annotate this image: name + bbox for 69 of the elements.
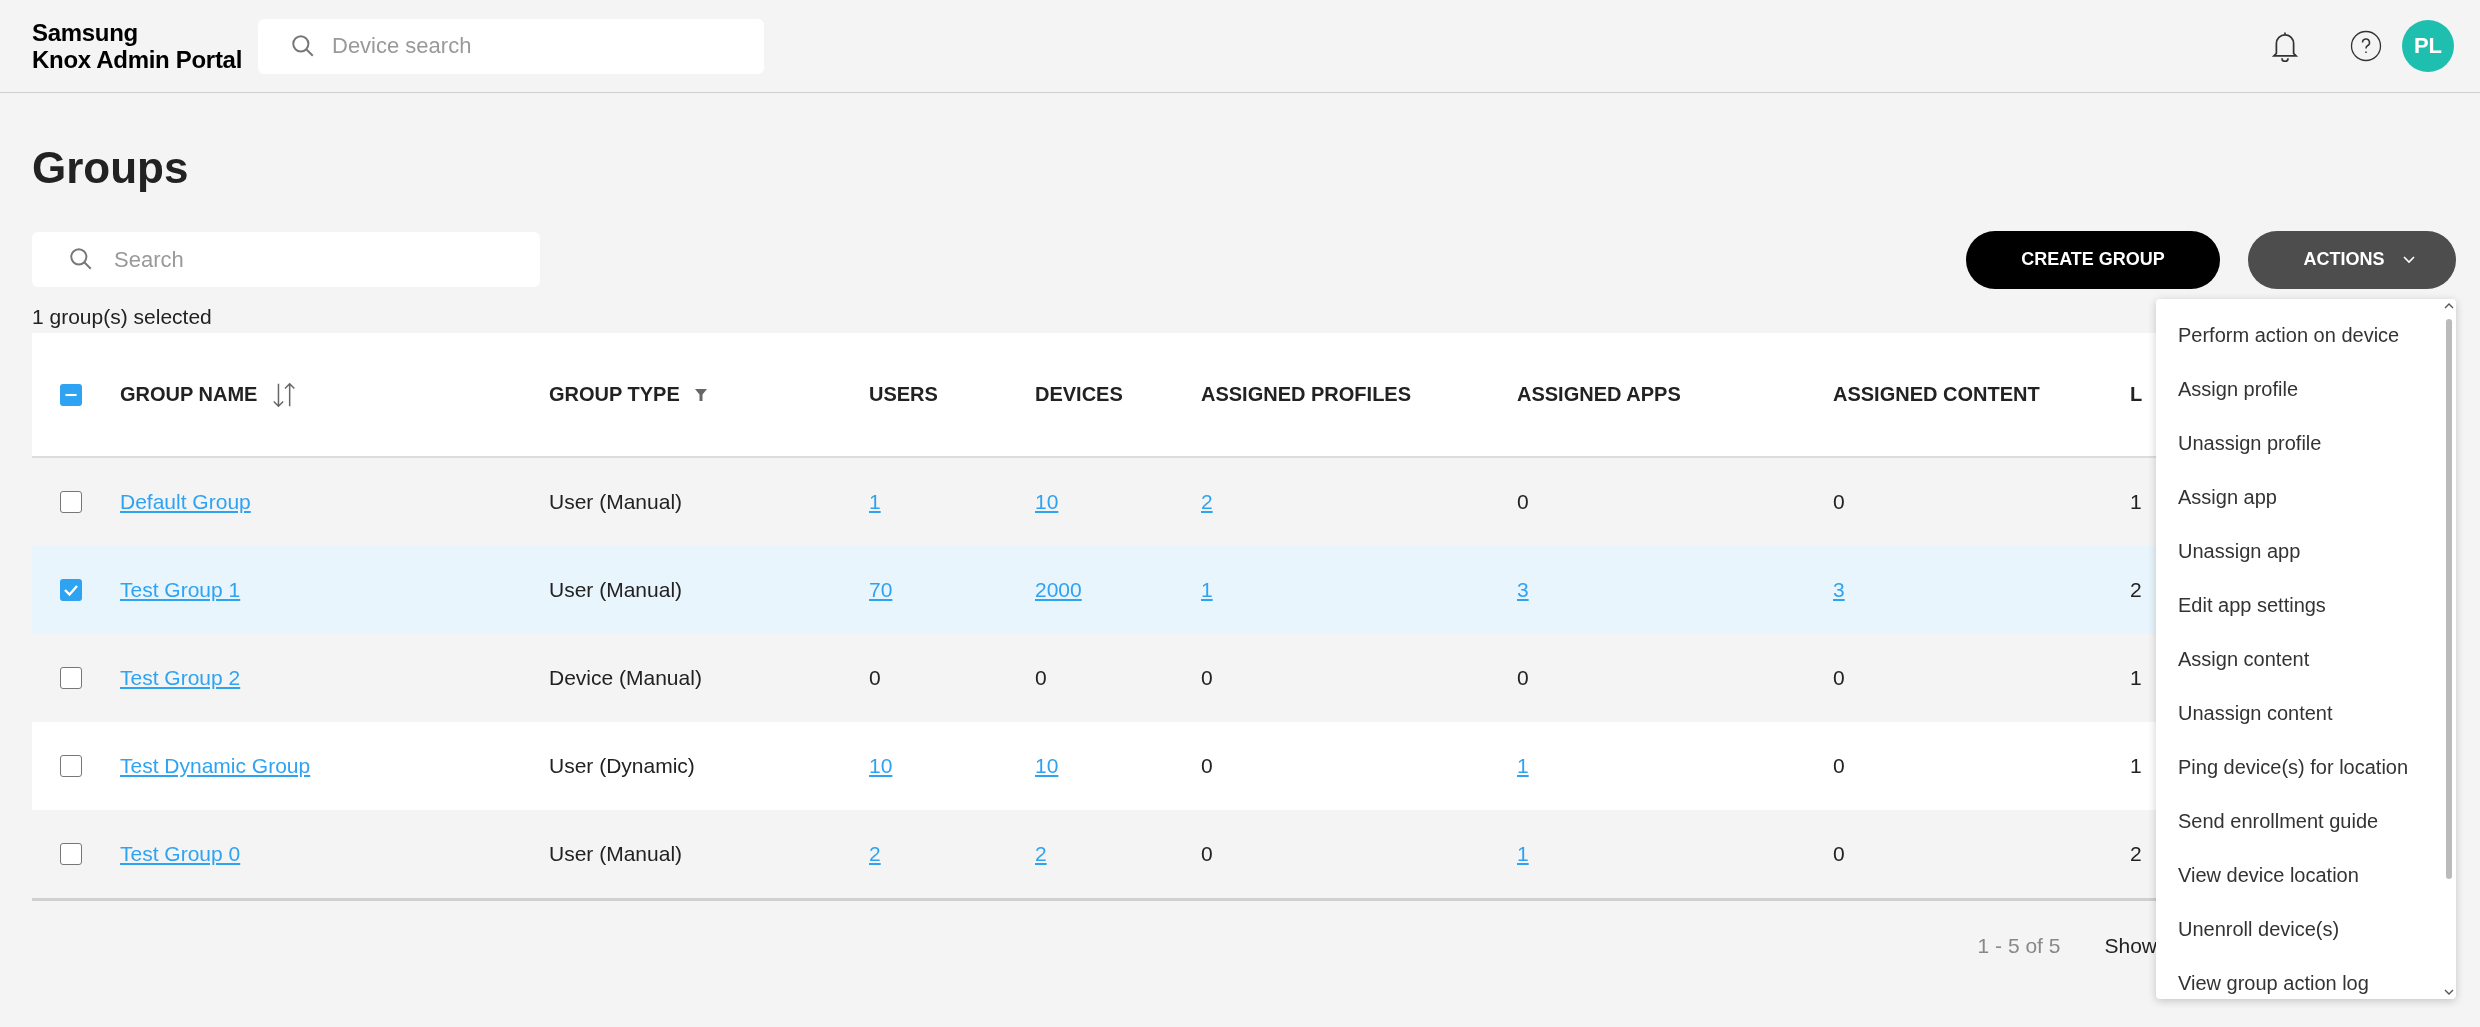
row-checkbox[interactable]	[60, 491, 82, 513]
logo-text: Samsung	[32, 19, 139, 46]
pagination-range: 1 - 5 of 5	[1977, 934, 2061, 958]
minus-icon	[64, 391, 78, 398]
table-cell: Device (Manual)	[549, 666, 702, 689]
selection-summary: 1 group(s) selected	[32, 304, 212, 330]
chevron-down-icon	[2402, 255, 2415, 264]
search-field[interactable]: Search	[32, 232, 540, 287]
table-cell: 0	[1201, 842, 1213, 865]
menu-item[interactable]: Unassign content	[2156, 685, 2333, 740]
table-cell: 0	[1517, 666, 1529, 689]
table-cell: User (Manual)	[549, 578, 683, 601]
search-icon	[68, 246, 94, 272]
row-checkbox[interactable]	[60, 667, 82, 689]
menu-item[interactable]: Unassign profile	[2156, 415, 2322, 470]
bell-icon[interactable]	[2270, 30, 2300, 62]
table-cell: 0	[869, 666, 881, 689]
table-cell: 0	[1833, 666, 1845, 689]
row-checkbox[interactable]	[60, 755, 82, 777]
menu-item[interactable]: Unassign app	[2156, 523, 2301, 578]
menu-item[interactable]: Ping device(s) for location	[2156, 739, 2409, 794]
create-group-button[interactable]: CREATE GROUP	[1966, 230, 2220, 289]
help-icon[interactable]	[2350, 30, 2382, 62]
logo-text: Knox Admin Portal	[32, 46, 244, 73]
column-header[interactable]: USERS	[869, 383, 938, 406]
actions-button[interactable]: ACTIONS	[2248, 230, 2456, 289]
menu-item[interactable]: Send enrollment guide	[2156, 793, 2379, 848]
column-header[interactable]: ASSIGNED APPS	[1517, 383, 1681, 406]
table-row[interactable]: Test Group 1 User (Manual) 70 2000 1 3 3 2	[32, 546, 2157, 634]
column-header[interactable]: GROUP NAME	[120, 383, 258, 406]
table-cell: 0	[1035, 666, 1047, 689]
table-cell: 1	[2130, 490, 2142, 513]
scroll-down-icon[interactable]	[2444, 988, 2454, 995]
table-cell: 0	[1833, 754, 1845, 777]
table-cell: 0	[1201, 754, 1213, 777]
table-cell: 1	[2130, 754, 2142, 777]
menu-item[interactable]: View device location	[2156, 847, 2359, 902]
column-header[interactable]: ASSIGNED PROFILES	[1201, 383, 1412, 406]
column-header[interactable]: ASSIGNED CONTENT	[1833, 383, 2040, 406]
table-cell: 1	[2130, 666, 2142, 689]
table-row[interactable]: Test Dynamic Group User (Dynamic) 10 10 0 1 0 1	[32, 722, 2157, 810]
scroll-up-icon[interactable]	[2444, 302, 2454, 309]
menu-item[interactable]: Unenroll device(s)	[2156, 901, 2340, 956]
menu-item[interactable]: Edit app settings	[2156, 577, 2326, 632]
column-header[interactable]: DEVICES	[1035, 383, 1123, 406]
menu-item[interactable]: Assign app	[2156, 469, 2277, 524]
search-icon	[290, 32, 316, 59]
row-checkbox[interactable]	[60, 843, 82, 865]
filter-icon[interactable]	[693, 387, 708, 402]
device-search-field[interactable]: Device search	[258, 18, 764, 74]
table-cell: 0	[1517, 490, 1529, 513]
page-title: Groups	[32, 142, 189, 194]
table-cell: User (Dynamic)	[549, 754, 695, 777]
column-header[interactable]: L	[2130, 383, 2143, 406]
table-cell: 0	[1833, 842, 1845, 865]
table-cell: 2	[2130, 578, 2142, 601]
row-checkbox[interactable]	[60, 579, 82, 601]
table-cell: 2	[2130, 842, 2142, 865]
table-cell: User (Manual)	[549, 490, 683, 513]
menu-item[interactable]: Assign content	[2156, 631, 2310, 686]
table-cell: User (Manual)	[549, 842, 683, 865]
menu-item[interactable]: View group action log	[2156, 955, 2369, 1010]
menu-item[interactable]: Perform action on device	[2156, 307, 2400, 362]
column-header[interactable]: GROUP TYPE	[549, 383, 680, 406]
page-size-label: Show	[2104, 934, 2157, 958]
select-all-checkbox[interactable]	[60, 383, 82, 406]
table-cell: 0	[1833, 490, 1845, 513]
table-cell: 0	[1201, 666, 1213, 689]
menu-item[interactable]: Assign profile	[2156, 361, 2299, 416]
